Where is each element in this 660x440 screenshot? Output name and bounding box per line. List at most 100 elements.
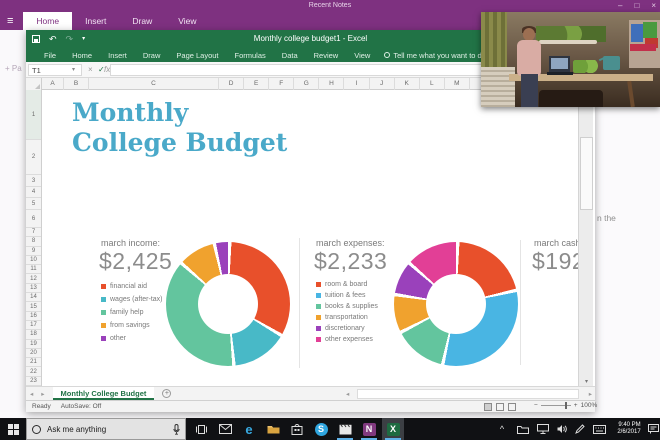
column-header[interactable]: J [370,78,395,90]
mail-app-button[interactable] [214,418,236,440]
page-layout-view-button[interactable] [496,403,504,411]
store-app-button[interactable] [286,418,308,440]
column-header[interactable]: L [420,78,445,90]
row-header[interactable]: 7 [26,228,41,238]
tray-expand-button[interactable]: ^ [494,418,510,440]
row-header[interactable]: 21 [26,358,41,368]
ribbon-tab[interactable]: View [346,51,378,60]
column-header[interactable]: G [294,78,320,90]
tell-me-box[interactable]: Tell me what you want to do [378,51,486,60]
row-header[interactable]: 6 [26,210,41,228]
row-header[interactable]: 19 [26,340,41,349]
action-center-button[interactable] [646,418,660,440]
zoom-in-icon[interactable]: + [574,402,578,409]
ribbon-tab[interactable]: File [36,51,64,60]
income-donut-chart[interactable] [166,242,290,366]
expenses-donut-chart[interactable] [394,242,518,366]
column-header[interactable]: H [319,78,345,90]
clock[interactable]: 9:40 PM 2/6/2017 [612,418,646,440]
onenote-tab[interactable]: Insert [72,12,119,30]
tab-row-scrollbar[interactable]: ◂ ▸ [346,389,592,399]
row-header[interactable]: 12 [26,274,41,284]
column-header[interactable]: D [219,78,245,90]
row-header[interactable]: 9 [26,247,41,256]
name-box-caret-icon[interactable]: ▾ [72,64,75,76]
tab-scroll-track[interactable] [357,389,579,399]
page-break-view-button[interactable] [508,403,516,411]
cortana-search-box[interactable]: Ask me anything [26,418,186,440]
row-header[interactable]: 2 [26,140,41,175]
row-header[interactable]: 20 [26,349,41,359]
sheet-tab[interactable]: Monthly College Budget [52,387,155,400]
scroll-right-icon[interactable]: ▸ [589,390,592,398]
column-header[interactable]: F [269,78,295,90]
onenote-tab[interactable]: View [165,12,209,30]
zoom-out-icon[interactable]: − [534,402,538,409]
column-header[interactable]: B [64,78,89,90]
zoom-percent[interactable]: 100% [581,402,598,409]
column-header[interactable]: C [89,78,219,90]
row-header[interactable]: 14 [26,293,41,303]
maximize-icon[interactable]: □ [634,0,639,12]
scroll-down-icon[interactable]: ▾ [579,378,594,385]
excel-app-button[interactable]: X [382,418,404,440]
vertical-scrollbar[interactable]: ▾ [578,90,593,386]
row-header[interactable]: 16 [26,312,41,321]
onenote-app-button[interactable]: N [358,418,380,440]
volume-button[interactable] [554,418,570,440]
start-button[interactable] [2,418,24,440]
row-header[interactable]: 22 [26,367,41,377]
row-header[interactable]: 15 [26,302,41,312]
add-sheet-icon[interactable]: + [162,389,172,398]
ribbon-tab[interactable]: Review [306,51,347,60]
ribbon-tab[interactable]: Insert [100,51,135,60]
status-autosave[interactable]: AutoSave: Off [61,403,101,410]
zoom-slider-thumb[interactable] [564,402,567,409]
row-header[interactable]: 23 [26,377,41,387]
column-header[interactable]: I [344,78,370,90]
row-header[interactable]: 8 [26,237,41,247]
cancel-icon[interactable]: × [88,64,93,76]
microphone-icon[interactable] [173,423,180,435]
onenote-tab[interactable]: Draw [119,12,165,30]
sheet-nav-right-icon[interactable]: ▸ [37,390,48,398]
task-view-button[interactable] [190,418,212,440]
video-overlay[interactable] [481,12,660,107]
ribbon-tab[interactable]: Formulas [227,51,274,60]
edge-browser-button[interactable]: e [238,418,260,440]
network-button[interactable] [534,418,552,440]
movies-tv-app-button[interactable] [334,418,356,440]
row-header[interactable]: 18 [26,330,41,340]
row-header[interactable]: 1 [26,90,41,140]
column-header[interactable]: E [244,78,270,90]
row-header[interactable]: 11 [26,265,41,275]
select-all-corner[interactable] [26,78,42,90]
windows-ink-button[interactable] [572,418,588,440]
row-header[interactable]: 10 [26,256,41,266]
ribbon-tab[interactable]: Page Layout [168,51,226,60]
ribbon-tab[interactable]: Draw [135,51,169,60]
column-header[interactable]: K [395,78,420,90]
sheet-nav-left-icon[interactable]: ◂ [26,390,37,398]
zoom-slider[interactable] [540,402,571,409]
close-icon[interactable]: × [651,0,656,12]
minimize-icon[interactable]: – [618,0,622,12]
vertical-scrollbar-thumb[interactable] [580,137,593,210]
row-header[interactable]: 3 [26,175,41,187]
ribbon-tab[interactable]: Home [64,51,100,60]
row-header[interactable]: 5 [26,198,41,210]
row-header[interactable]: 4 [26,187,41,198]
scroll-left-icon[interactable]: ◂ [346,390,349,398]
file-explorer-button[interactable] [262,418,284,440]
column-header[interactable]: A [42,78,64,90]
onenote-tab[interactable]: Home [23,12,73,30]
ribbon-tab[interactable]: Data [274,51,306,60]
tray-folder-button[interactable] [514,418,532,440]
skype-app-button[interactable]: S [310,418,332,440]
hamburger-icon[interactable]: ≡ [7,15,13,27]
column-header[interactable]: M [445,78,470,90]
row-header[interactable]: 17 [26,321,41,331]
add-page-button[interactable]: + Pa [5,64,25,73]
row-header[interactable]: 13 [26,284,41,294]
touch-keyboard-button[interactable] [590,418,608,440]
